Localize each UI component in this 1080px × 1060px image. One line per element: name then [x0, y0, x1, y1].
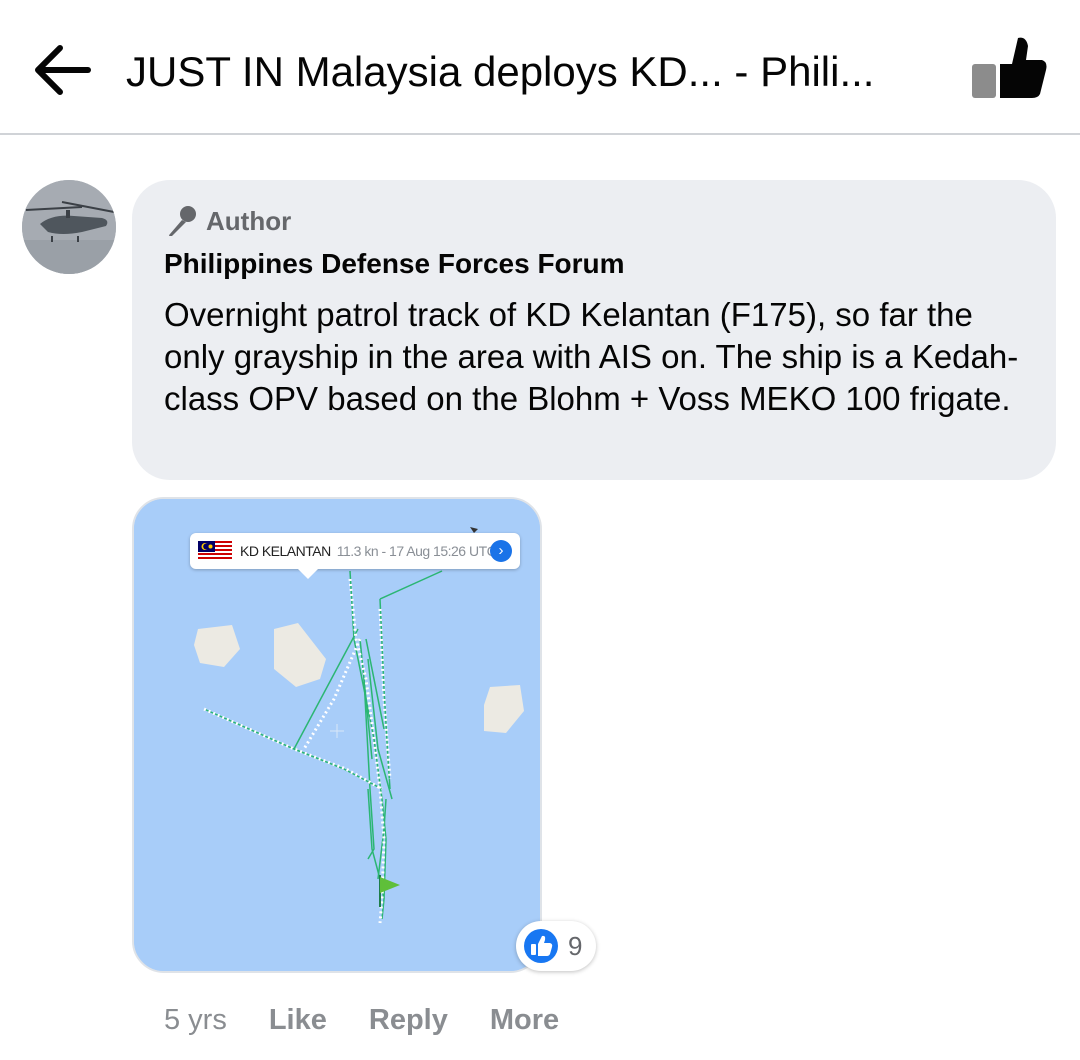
- malaysia-flag-icon: [198, 541, 232, 561]
- author-label: Author: [206, 205, 292, 236]
- like-button[interactable]: Like: [269, 1004, 327, 1037]
- like-reaction-icon: [521, 926, 561, 966]
- ship-info-banner[interactable]: KD KELANTAN 11.3 kn - 17 Aug 15:26 UTC ›: [190, 533, 520, 569]
- banner-pointer: [298, 569, 318, 579]
- comment-bubble: Author Philippines Defense Forces Forum …: [132, 180, 1056, 480]
- ship-name: KD KELANTAN: [240, 543, 331, 559]
- timestamp[interactable]: 5 yrs: [164, 1004, 227, 1037]
- map-canvas: [134, 499, 540, 971]
- author-badge: Author: [164, 204, 291, 238]
- microphone-icon: [169, 206, 196, 236]
- comment-actions: 5 yrs Like Reply More: [164, 1000, 601, 1040]
- reaction-summary[interactable]: 9: [516, 921, 596, 971]
- avatar[interactable]: [22, 180, 116, 274]
- post-title: JUST IN Malaysia deploys KD... - Phili..…: [126, 48, 875, 95]
- back-arrow-icon[interactable]: [30, 40, 94, 100]
- more-button[interactable]: More: [490, 1004, 559, 1037]
- reply-button[interactable]: Reply: [369, 1004, 448, 1037]
- reaction-count: 9: [568, 930, 583, 961]
- chevron-right-icon[interactable]: ›: [490, 540, 512, 562]
- ship-meta: 11.3 kn - 17 Aug 15:26 UTC: [336, 543, 497, 559]
- comment-text: Overnight patrol track of KD Kelantan (F…: [164, 296, 1019, 417]
- top-bar: JUST IN Malaysia deploys KD... - Phili..…: [0, 0, 1080, 135]
- like-thumb-icon[interactable]: [968, 34, 1050, 102]
- commenter-name[interactable]: Philippines Defense Forces Forum: [164, 248, 625, 280]
- map-image[interactable]: KD KELANTAN 11.3 kn - 17 Aug 15:26 UTC ›: [132, 497, 542, 973]
